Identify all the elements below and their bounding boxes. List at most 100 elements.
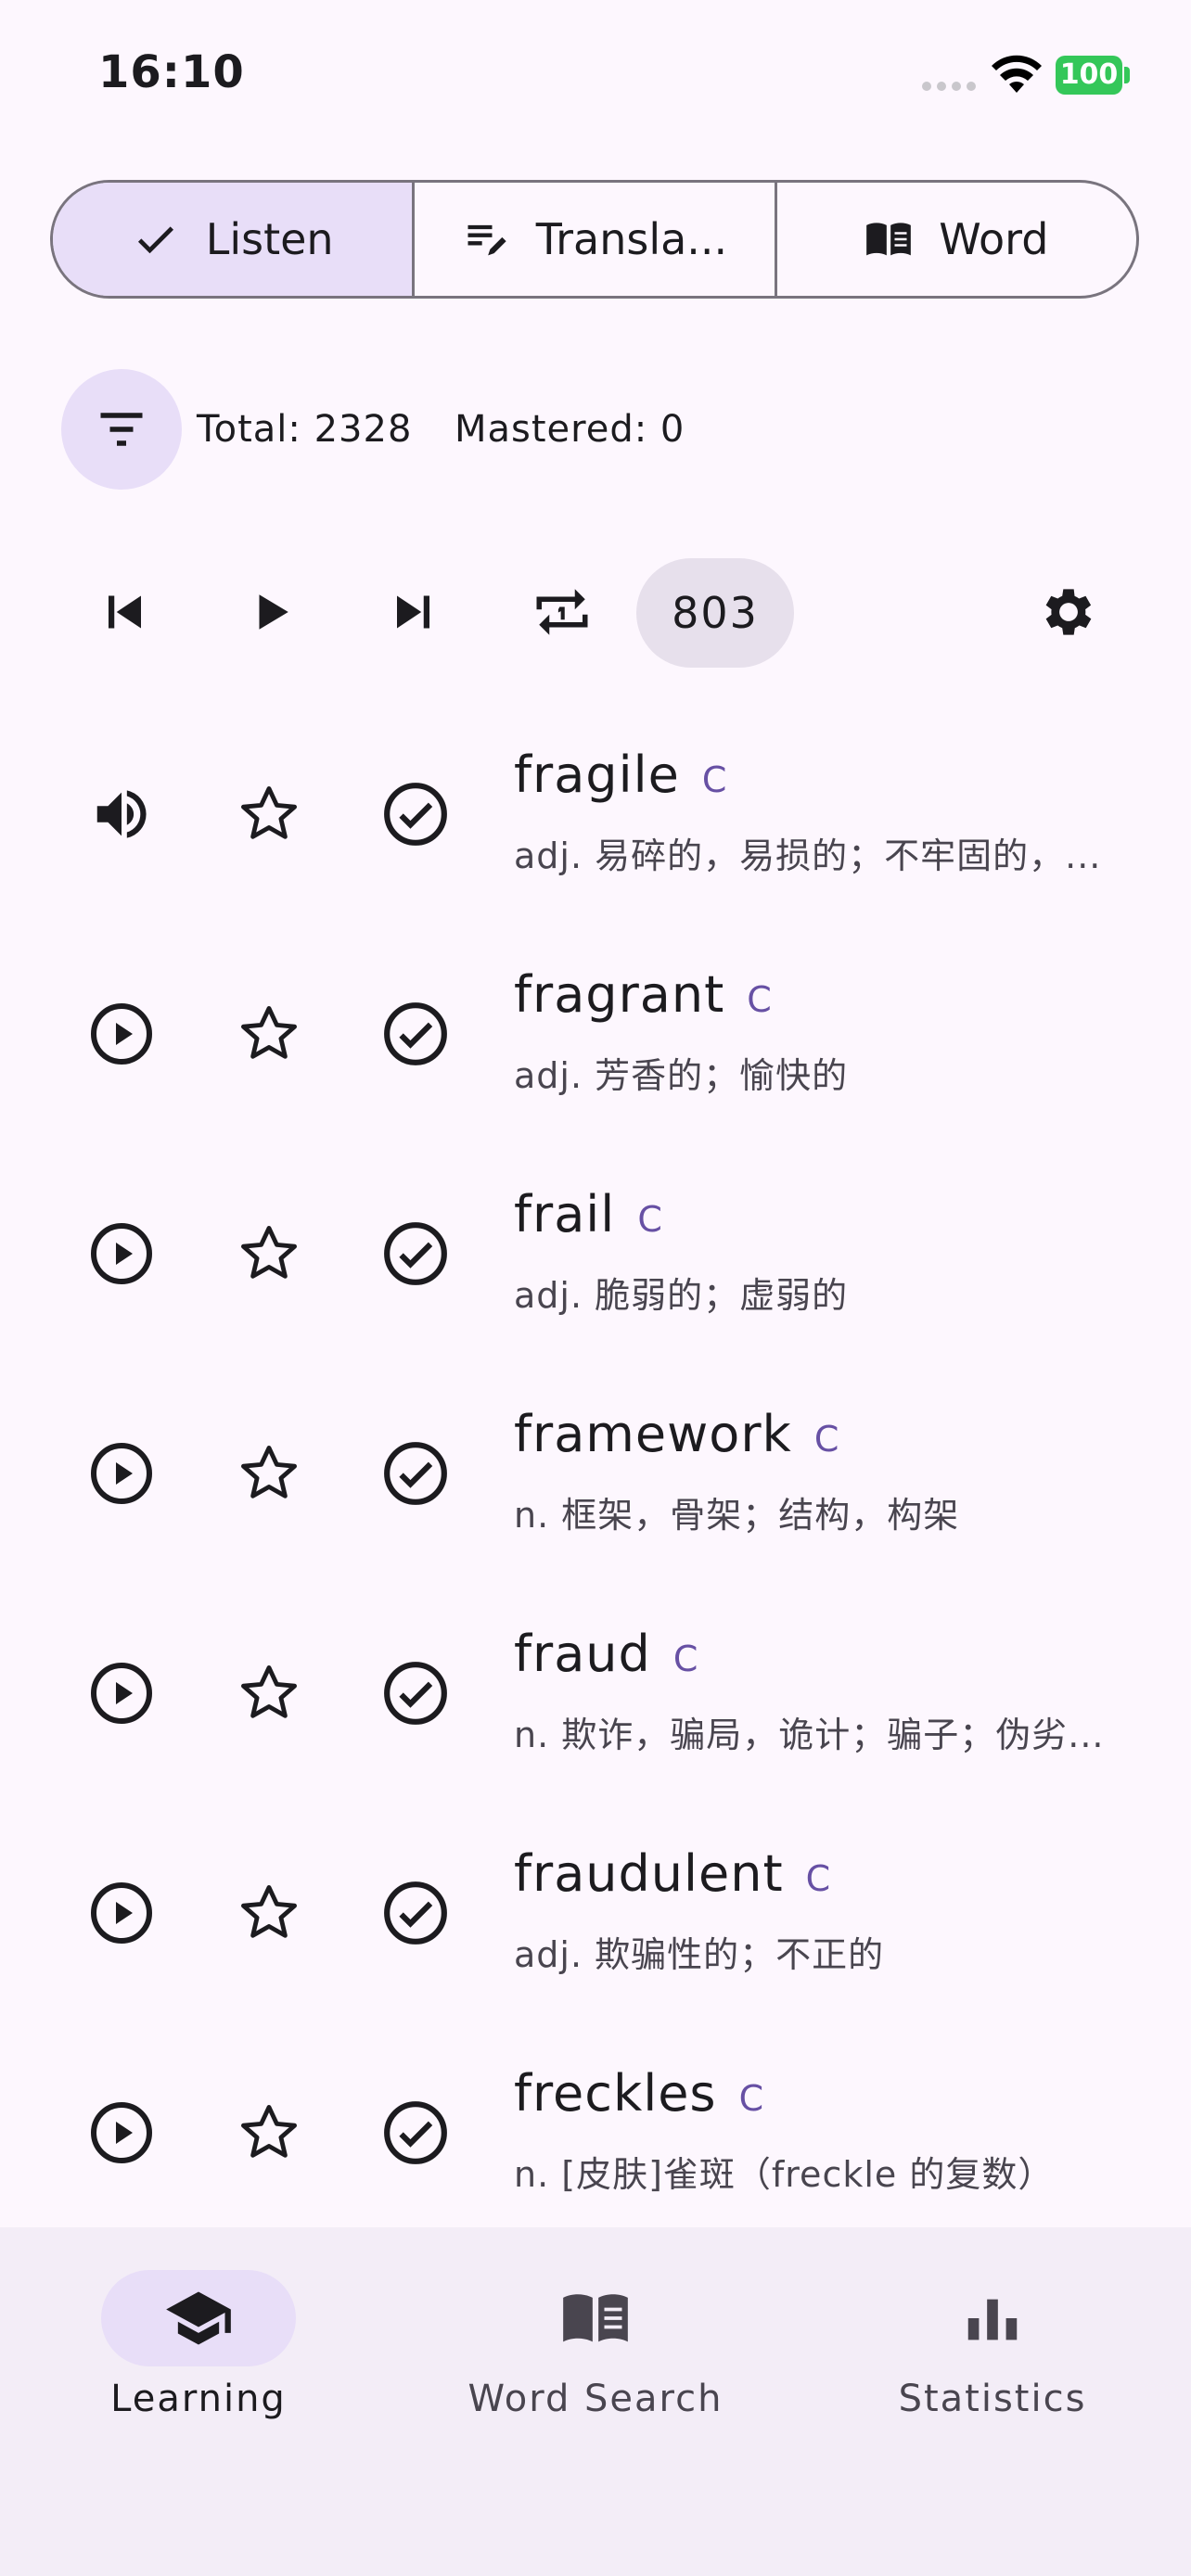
gear-icon [1045,589,1092,635]
word-level-badge: C [805,1858,831,1899]
play-circle-icon[interactable] [83,995,160,1073]
check-circle-icon[interactable] [377,1435,455,1512]
play-circle-icon[interactable] [83,1874,160,1952]
word-level-badge: C [747,979,772,1020]
word-text: frail [514,1185,616,1243]
nav-word-search-indicator [498,2270,693,2366]
nav-statistics-label: Statistics [898,2378,1087,2420]
star-icon[interactable] [230,775,308,853]
list-item[interactable]: fraud C n. 欺诈，骗局，诡计；骗子；伪劣... [0,1584,1191,1804]
volume-up-icon[interactable] [83,775,160,853]
list-item[interactable]: freckles C n. [皮肤]雀斑（freckle 的复数） [0,2023,1191,2243]
cellular-signal-icon [922,82,976,91]
nav-statistics[interactable]: Statistics [844,2270,1141,2420]
list-item[interactable]: fragrant C adj. 芳香的；愉快的 [0,925,1191,1144]
word-meaning: adj. 芳香的；愉快的 [514,1055,849,1096]
check-circle-icon[interactable] [377,1654,455,1732]
word-line: fragrant C [514,965,772,1024]
word-line: fraud C [514,1625,698,1683]
bar-chart-icon [967,2299,1018,2340]
word-text: fragile [514,746,680,804]
play-button[interactable] [234,575,308,649]
school-icon [166,2291,231,2345]
tab-translation[interactable]: Transla... [415,183,777,296]
word-level-badge: C [738,2078,764,2119]
bottom-navigation: Learning Word Search Statistics [0,2227,1191,2576]
repeat-one-button[interactable] [525,575,599,649]
check-circle-icon[interactable] [377,2094,455,2172]
star-icon[interactable] [230,1874,308,1952]
repeat-count-chip[interactable]: 803 [636,558,794,668]
nav-learning[interactable]: Learning [50,2270,347,2420]
tab-word[interactable]: Word [777,183,1136,296]
skip-next-icon [397,595,429,629]
list-item[interactable]: fragile C adj. 易碎的，易损的；不牢固的，... [0,705,1191,925]
book-icon [563,2294,628,2342]
star-icon[interactable] [230,1654,308,1732]
nav-word-search-label: Word Search [467,2378,724,2420]
check-icon [137,226,173,254]
repeat-one-icon [536,589,588,635]
status-bar: 16:10 100 [0,0,1191,148]
word-line: fraudulent C [514,1844,830,1903]
edit-note-icon [467,224,506,256]
tab-listen-label: Listen [205,214,334,264]
word-meaning: adj. 欺骗性的；不正的 [514,1934,885,1975]
settings-button[interactable] [1031,575,1106,649]
list-item[interactable]: framework C n. 框架，骨架；结构，构架 [0,1364,1191,1584]
play-icon [259,594,288,630]
play-circle-icon[interactable] [83,1215,160,1293]
word-text: fragrant [514,965,725,1024]
play-circle-icon[interactable] [83,1654,160,1732]
battery-cap [1124,67,1130,83]
word-text: freckles [514,2064,717,2123]
word-line: fragile C [514,746,726,804]
word-line: framework C [514,1405,839,1463]
play-circle-icon[interactable] [83,1435,160,1512]
word-line: frail C [514,1185,662,1243]
word-level-badge: C [813,1419,839,1460]
check-circle-icon[interactable] [377,1215,455,1293]
word-meaning: adj. 易碎的，易损的；不牢固的，... [514,835,1102,876]
filter-icon [100,413,143,446]
nav-learning-indicator [101,2270,296,2366]
check-circle-icon[interactable] [377,1874,455,1952]
word-text: fraud [514,1625,651,1683]
skip-previous-icon [109,595,141,629]
check-circle-icon[interactable] [377,995,455,1073]
word-meaning: n. 欺诈，骗局，诡计；骗子；伪劣... [514,1715,1105,1755]
skip-next-button[interactable] [378,575,453,649]
mode-segmented-control: Listen Transla... Word [50,180,1139,299]
star-icon[interactable] [230,1435,308,1512]
word-line: freckles C [514,2064,763,2123]
total-count: Total: 2328 [197,408,413,451]
tab-listen[interactable]: Listen [53,183,416,296]
star-icon[interactable] [230,995,308,1073]
mastered-count: Mastered: 0 [455,408,685,451]
wifi-icon [992,55,1042,93]
word-text: fraudulent [514,1844,784,1903]
star-icon[interactable] [230,1215,308,1293]
word-meaning: adj. 脆弱的；虚弱的 [514,1275,849,1316]
tab-word-label: Word [939,214,1049,264]
book-icon [866,223,912,256]
play-circle-icon[interactable] [83,2094,160,2172]
word-level-badge: C [701,759,727,800]
list-item[interactable]: fraudulent C adj. 欺骗性的；不正的 [0,1804,1191,2023]
check-circle-icon[interactable] [377,775,455,853]
word-meaning: n. 框架，骨架；结构，构架 [514,1495,960,1536]
status-time: 16:10 [98,46,245,98]
tab-translation-label: Transla... [535,214,728,264]
word-list: fragile C adj. 易碎的，易损的；不牢固的，... fragrant… [0,705,1191,2243]
filter-button[interactable] [61,369,182,490]
list-item[interactable]: frail C adj. 脆弱的；虚弱的 [0,1144,1191,1364]
skip-previous-button[interactable] [85,575,160,649]
battery-indicator: 100 [1056,56,1122,95]
word-level-badge: C [672,1639,698,1679]
nav-statistics-indicator [895,2270,1090,2366]
word-meaning: n. [皮肤]雀斑（freckle 的复数） [514,2154,1055,2195]
nav-word-search[interactable]: Word Search [447,2270,744,2420]
word-text: framework [514,1405,792,1463]
word-level-badge: C [637,1199,662,1240]
star-icon[interactable] [230,2094,308,2172]
